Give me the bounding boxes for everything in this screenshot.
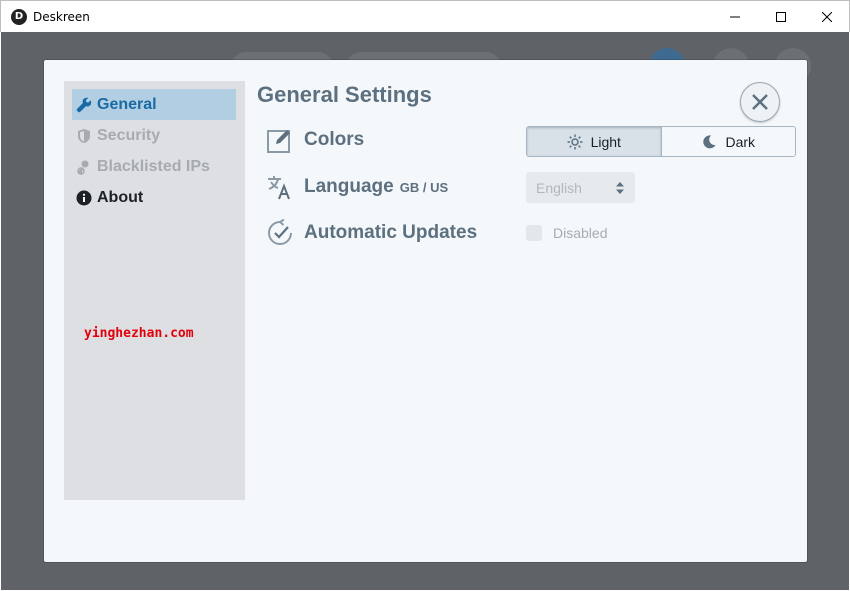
language-region-label: GB / US [399, 179, 449, 195]
sidebar-item-label: Security [97, 126, 161, 144]
updates-checkbox[interactable] [526, 225, 542, 241]
select-arrows-icon [615, 181, 625, 198]
language-select[interactable]: English [526, 172, 635, 203]
settings-sidebar: General Security Blacklisted IPs About y… [64, 81, 245, 500]
settings-dialog: General Security Blacklisted IPs About y… [44, 60, 807, 562]
light-theme-label: Light [590, 133, 621, 150]
language-setting-row: Language GB / US [266, 173, 448, 201]
window-titlebar: D Deskreen [0, 0, 850, 32]
dark-theme-label: Dark [725, 133, 756, 150]
app-logo-icon: D [11, 9, 27, 25]
sun-icon [567, 134, 583, 150]
sidebar-item-security[interactable]: Security [72, 120, 236, 151]
dark-theme-button[interactable]: Dark [660, 127, 795, 156]
user-blocked-icon [76, 159, 92, 175]
translate-icon [266, 173, 294, 201]
dialog-close-button[interactable] [740, 82, 780, 122]
moon-icon [701, 134, 717, 150]
colors-label: Colors [304, 129, 365, 150]
theme-toggle-group: Light Dark [526, 126, 796, 157]
sidebar-item-about[interactable]: About [72, 182, 236, 213]
sidebar-item-label: Blacklisted IPs [97, 157, 210, 175]
close-icon [752, 94, 768, 110]
window-title: Deskreen [33, 10, 90, 24]
language-label: Language [304, 176, 394, 197]
updates-label: Automatic Updates [304, 222, 478, 243]
maximize-button[interactable] [758, 1, 804, 33]
window-close-button[interactable] [804, 1, 850, 33]
sidebar-item-label: General [97, 95, 157, 113]
updates-setting-row: Automatic Updates [266, 219, 477, 247]
sidebar-item-blacklisted-ips[interactable]: Blacklisted IPs [72, 151, 236, 182]
refresh-check-icon [266, 219, 294, 247]
language-select-value: English [536, 179, 582, 196]
light-theme-button[interactable]: Light [527, 127, 661, 156]
shield-icon [76, 128, 92, 144]
edit-icon [266, 126, 294, 154]
sidebar-item-general[interactable]: General [72, 89, 236, 120]
watermark-text: yinghezhan.com [84, 326, 194, 341]
updates-checkbox-row: Disabled [526, 225, 607, 241]
wrench-icon [76, 97, 92, 113]
sidebar-item-label: About [97, 188, 144, 206]
minimize-button[interactable] [712, 1, 758, 33]
updates-checkbox-label: Disabled [553, 225, 608, 241]
info-icon [76, 190, 92, 206]
page-title: General Settings [257, 82, 432, 107]
colors-setting-row: Colors [266, 126, 364, 154]
